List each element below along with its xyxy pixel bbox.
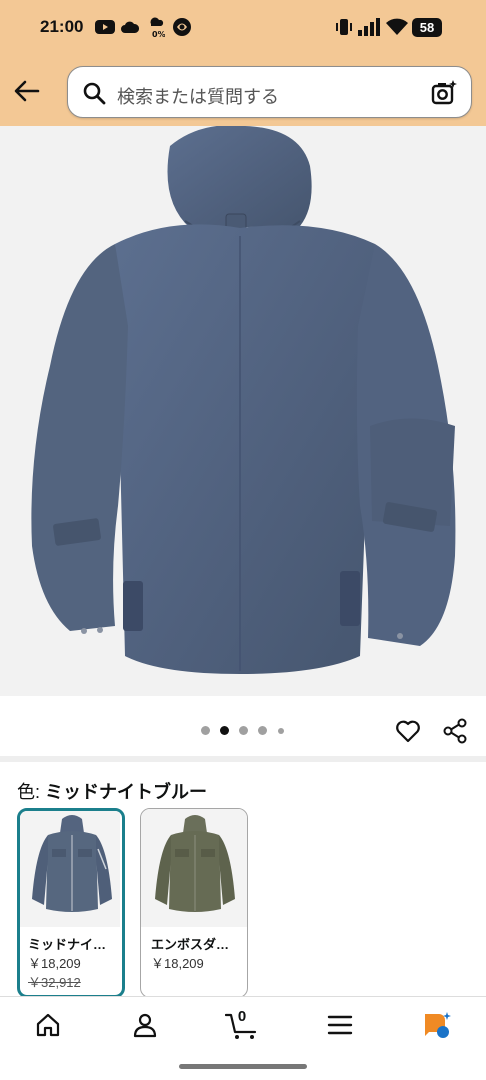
youtube-icon: [95, 16, 115, 38]
menu-icon: [327, 1015, 353, 1035]
search-placeholder[interactable]: 検索または質問する: [117, 83, 279, 109]
color-label-row: 色: ミッドナイトブルー: [17, 778, 207, 804]
account-tab[interactable]: [125, 1007, 165, 1043]
carousel-dot[interactable]: [258, 726, 267, 735]
app-icon: [172, 16, 192, 38]
bottom-nav: [0, 996, 486, 1056]
search-icon: [82, 81, 106, 110]
menu-tab[interactable]: [320, 1007, 360, 1043]
carousel-dot[interactable]: [278, 727, 284, 734]
cart-count: 0: [237, 1008, 247, 1025]
battery-level: 58: [412, 18, 442, 37]
swatch-thumbnail: [20, 811, 120, 927]
weather-icon: 0%: [147, 16, 165, 38]
vibrate-icon: [336, 16, 352, 38]
product-image[interactable]: [0, 126, 486, 696]
wishlist-heart-icon[interactable]: [395, 718, 421, 749]
wifi-icon: [386, 16, 408, 38]
swatch-name: エンボスダ…: [151, 937, 230, 952]
rufus-tab[interactable]: [417, 1007, 457, 1043]
color-label: 色:: [17, 782, 41, 802]
back-arrow-icon: [14, 80, 40, 102]
swatch-list-price: ￥32,912: [28, 975, 81, 990]
carousel-dot[interactable]: [239, 726, 248, 735]
rufus-icon: [425, 1012, 451, 1038]
status-bar: 21:00 0% 58: [0, 0, 486, 56]
app-header: 21:00 0% 58 検索または質問する: [0, 0, 486, 126]
swatch-price: ￥18,209: [28, 956, 81, 971]
svg-text:0%: 0%: [152, 30, 165, 38]
home-tab[interactable]: [28, 1007, 68, 1043]
search-bar[interactable]: 検索または質問する: [67, 66, 472, 118]
swatch-name: ミッドナイ…: [28, 937, 107, 952]
section-divider: [0, 756, 486, 762]
carousel-dot[interactable]: [201, 726, 210, 735]
home-icon: [36, 1013, 60, 1037]
swatch-price: ￥18,209: [151, 956, 204, 971]
cloud-icon: [121, 16, 139, 38]
gesture-bar[interactable]: [179, 1064, 307, 1069]
color-value: ミッドナイトブルー: [45, 782, 208, 802]
share-icon[interactable]: [442, 718, 468, 749]
back-button[interactable]: [12, 76, 42, 106]
swatch-thumbnail: [141, 809, 247, 927]
status-time: 21:00: [40, 17, 84, 36]
color-option-emboss[interactable]: エンボスダ… ￥18,209: [140, 808, 248, 998]
color-option-midnight-blue[interactable]: ミッドナイ… ￥18,209 ￥32,912: [17, 808, 125, 998]
jacket-back-image: [31, 126, 456, 674]
carousel-dot-active[interactable]: [220, 726, 229, 735]
account-icon: [133, 1013, 157, 1038]
camera-search-icon[interactable]: [430, 79, 458, 112]
signal-icon: [358, 16, 380, 38]
